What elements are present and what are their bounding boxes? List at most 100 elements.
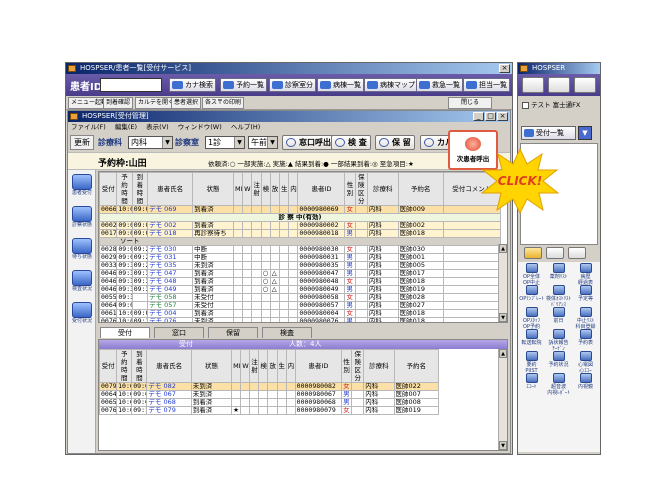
hold-button[interactable]: 保 留: [375, 135, 415, 150]
sort-row[interactable]: ソート: [99, 237, 501, 246]
exam-button[interactable]: 検 査: [331, 135, 371, 150]
room-split-button[interactable]: 診察室分: [269, 78, 316, 92]
table-row[interactable]: 003309:3009:29デモ 035未到済 0000980035男 内科医師00…: [99, 261, 502, 270]
column-header[interactable]: 保険区分: [354, 172, 368, 206]
print-button[interactable]: 各ス〒の印刷: [202, 97, 245, 109]
column-header[interactable]: 状態: [190, 349, 233, 383]
table-row[interactable]: 002809:0009:20デモ 030中断 0000980030女 内科医師030: [99, 245, 502, 254]
window-call-button[interactable]: 窓口呼出: [282, 135, 335, 150]
column-header[interactable]: MI: [232, 172, 244, 206]
column-header[interactable]: 予約名: [393, 349, 440, 383]
column-header[interactable]: 患者ID: [297, 172, 346, 206]
column-header[interactable]: 到着時間: [131, 349, 148, 383]
column-header[interactable]: 予約時間: [116, 349, 133, 383]
column-header[interactable]: 状態: [192, 172, 234, 206]
column-header[interactable]: 診療科: [366, 172, 399, 206]
info-icon[interactable]: [546, 247, 564, 259]
column-header[interactable]: 検: [260, 172, 271, 206]
function-button[interactable]: ｴｺｰﾄ: [518, 372, 545, 394]
column-header[interactable]: 患者ID: [294, 349, 343, 383]
column-header[interactable]: 受付: [99, 172, 118, 206]
sidebar-item-checkup[interactable]: 検査状況: [71, 270, 93, 296]
menu-edit[interactable]: 編集(E): [115, 123, 137, 131]
column-header[interactable]: WI: [240, 349, 251, 383]
column-header[interactable]: MI: [231, 349, 242, 383]
scroll-down-icon[interactable]: ▼: [499, 313, 507, 322]
table-row[interactable]: 006110:0009:00デモ 004到着済 0000980004女 内科医師01…: [99, 309, 502, 318]
sort-bar[interactable]: ソート: [99, 237, 501, 246]
refresh-button[interactable]: 更新: [70, 135, 94, 150]
column-header[interactable]: 受付: [99, 349, 118, 383]
scroll-up-icon[interactable]: ▲: [499, 244, 507, 253]
tab-reception[interactable]: 受付: [100, 327, 150, 338]
tool-icon[interactable]: [574, 77, 596, 93]
table-row[interactable]: 004609:3009:36デモ 049到着済 ○△ 0000980049男 内科医師…: [99, 285, 502, 294]
scroll-down-icon[interactable]: ▼: [499, 441, 507, 450]
column-header[interactable]: 内: [288, 172, 299, 206]
table-row[interactable]: 007910:0009:01デモ 082未到済 0000980082女 内科医師02…: [99, 382, 440, 391]
folder-icon[interactable]: [524, 247, 542, 259]
emergency-list-button[interactable]: 救急一覧: [416, 78, 463, 92]
kana-search-button[interactable]: カナ検索: [169, 78, 216, 92]
reception-list-button[interactable]: 受付一覧: [521, 126, 576, 140]
table-row[interactable]: 006409:00 デモ 057未受付 0000980057男 内科医師027: [99, 301, 502, 310]
column-header[interactable]: 到着時間: [131, 172, 149, 206]
function-button[interactable]: 薬剤ﾘｽﾄ: [545, 262, 572, 284]
function-button[interactable]: 前日: [545, 306, 572, 328]
menu-help[interactable]: ヘルプ(H): [231, 123, 260, 131]
function-button[interactable]: 転送転院: [518, 328, 545, 350]
column-header[interactable]: 保険区分: [351, 349, 365, 383]
close-icon[interactable]: ×: [499, 64, 510, 73]
table-row[interactable]: 006610:0009:06デモ 069到着済 0000980069女 内科医師00…: [99, 205, 502, 214]
tab-hold[interactable]: 保留: [208, 327, 258, 338]
function-button[interactable]: 超音波 内視ﾚﾎﾟｰﾄ: [545, 372, 572, 396]
table-row[interactable]: 007610:0009:15デモ 076未到済 0000980076男 内科医師01…: [99, 317, 502, 322]
column-header[interactable]: 性別: [344, 172, 356, 206]
column-header[interactable]: 放: [269, 172, 280, 206]
menu-window[interactable]: ウィンドウ(W): [178, 123, 222, 131]
column-header[interactable]: 生: [276, 349, 287, 383]
table-row[interactable]: 006410:0009:04デモ 067未到済 0000980067男 内科医師00…: [99, 390, 440, 399]
column-header[interactable]: 患者氏名: [146, 349, 192, 383]
function-button[interactable]: 内視鏡: [572, 372, 599, 394]
function-button[interactable]: 予約状況: [545, 350, 572, 372]
menu-view[interactable]: 表示(V): [146, 123, 169, 131]
dropdown-icon[interactable]: ▼: [578, 126, 592, 140]
group-icon[interactable]: [548, 77, 570, 93]
staff-list-button[interactable]: 担当一覧: [463, 78, 510, 92]
ward-list-button[interactable]: 病棟一覧: [317, 78, 364, 92]
table-row[interactable]: 007610:0009:16デモ 079到着済★ 0000980079女 内科医師0…: [99, 406, 440, 415]
column-header[interactable]: 注射: [251, 172, 262, 206]
sidebar-item-consult[interactable]: 診察状態: [71, 206, 93, 232]
table-row[interactable]: 005509:30 デモ 058未受付 0000980058女 内科医師028: [99, 293, 502, 302]
table-row[interactable]: 002909:0009:29デモ 031中断 0000980031男 内科医師001: [99, 253, 502, 262]
function-button[interactable]: 病歴 経過表: [572, 262, 599, 286]
tab-window[interactable]: 窓口: [154, 327, 204, 338]
time-select[interactable]: 午前 ▼: [248, 136, 278, 149]
tab-exam[interactable]: 検査: [262, 327, 312, 338]
function-button[interactable]: 中止ﾘｽﾄ 科目登録: [572, 306, 599, 330]
column-header[interactable]: WI: [242, 172, 253, 206]
close-button[interactable]: 閉じる: [448, 97, 492, 109]
table-row[interactable]: 004609:3009:35デモ 048到着済 ○△ 0000980048女 内科医師…: [99, 277, 502, 286]
column-header[interactable]: 検: [258, 349, 269, 383]
column-header[interactable]: 生: [278, 172, 290, 206]
ward-map-button[interactable]: 病棟マップ: [364, 78, 418, 92]
function-button[interactable]: 予約表: [572, 328, 599, 350]
column-header[interactable]: 患者氏名: [147, 172, 194, 206]
column-header[interactable]: 性別: [341, 349, 353, 383]
column-header[interactable]: 放: [267, 349, 278, 383]
table-row[interactable]: 001709:0009:00デモ 018再診察待ち0000980018男内科医師…: [99, 229, 502, 238]
sidebar-item-reception[interactable]: 患者受付: [71, 174, 93, 200]
arrival-check-button[interactable]: 到着確認: [103, 97, 134, 109]
menu-file[interactable]: ファイル(F): [71, 123, 106, 131]
minimize-icon[interactable]: _: [473, 112, 484, 121]
people-icon[interactable]: [522, 77, 544, 93]
table-row[interactable]: 004609:3009:34デモ 047到着済 ○△ 0000980047男 内科医師…: [99, 269, 502, 278]
patient-id-input[interactable]: [100, 78, 162, 92]
sidebar-item-waiting[interactable]: 待ち状態: [71, 238, 93, 264]
user-checkbox[interactable]: [522, 101, 529, 109]
function-button[interactable]: OPｽﾀｯﾌ OP予約: [518, 306, 545, 330]
function-button[interactable]: 訴状報告 ﾁｰｹﾞﾝ: [545, 328, 572, 352]
dept-select[interactable]: 内科 ▼: [128, 136, 173, 149]
